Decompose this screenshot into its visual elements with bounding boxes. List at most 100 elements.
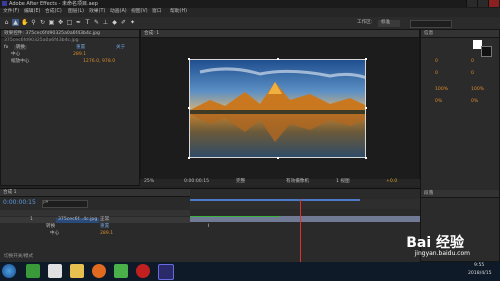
brush-tool-icon[interactable]: ✎: [93, 19, 100, 26]
home-icon[interactable]: ⌂: [3, 19, 10, 26]
work-area-bar[interactable]: [190, 199, 360, 201]
transform-handle[interactable]: [188, 157, 190, 159]
pen-tool-icon[interactable]: ✒: [75, 19, 82, 26]
about-link[interactable]: 关于: [116, 45, 125, 51]
eraser-tool-icon[interactable]: ◆: [111, 19, 118, 26]
start-button-icon[interactable]: [2, 264, 16, 278]
menu-file[interactable]: 文件(F): [3, 9, 19, 15]
transform-handle[interactable]: [188, 107, 190, 109]
transform-handle[interactable]: [365, 157, 367, 159]
layer-mode[interactable]: 正常: [100, 217, 109, 223]
reset-link[interactable]: 重置: [76, 45, 85, 51]
char-value-4[interactable]: 0: [471, 71, 474, 77]
transform-handle[interactable]: [188, 58, 190, 60]
effect-row[interactable]: fx 转换 重置 关于: [4, 45, 138, 52]
composition-tab[interactable]: 合成: 1: [141, 30, 419, 38]
layer-path: 375cec6fd90325a0a6f43b4c.jpg: [4, 38, 79, 43]
maximize-button[interactable]: [477, 0, 488, 7]
baidu-watermark-url: jingyan.baidu.com: [414, 250, 470, 257]
char-value-8[interactable]: 0%: [471, 99, 478, 105]
timeline-tab[interactable]: 合成 1: [0, 189, 190, 197]
stroke-color-swatch[interactable]: [481, 46, 492, 57]
close-button[interactable]: [488, 0, 499, 7]
transform-handle[interactable]: [277, 157, 279, 159]
transform-handle[interactable]: [365, 58, 367, 60]
current-time-indicator[interactable]: [300, 199, 301, 262]
puppet-tool-icon[interactable]: ✦: [129, 19, 136, 26]
record-app-icon[interactable]: [136, 264, 150, 278]
char-value-7[interactable]: 0%: [435, 99, 442, 105]
timeline-search-input[interactable]: ρ▾: [42, 200, 88, 208]
baidu-watermark: Bai 经验: [406, 235, 464, 251]
char-value-1[interactable]: 0: [435, 59, 438, 65]
char-value-6[interactable]: 100%: [471, 87, 484, 93]
param-value[interactable]: 289.1: [100, 231, 113, 237]
comp-frame-image[interactable]: [189, 59, 366, 158]
workspace-select[interactable]: 标准: [378, 20, 401, 27]
clock-date: 2018/4/15: [468, 271, 492, 276]
after-effects-taskbar-icon[interactable]: [158, 264, 174, 280]
effect-sub-reset[interactable]: 重置: [100, 224, 109, 230]
rotate-tool-icon[interactable]: ↻: [39, 19, 46, 26]
effect-name: 转换: [13, 45, 28, 50]
title-bar: Adobe After Effects - 未命名项目.aep: [0, 0, 500, 8]
help-search-input[interactable]: [410, 20, 452, 28]
app-icon-green[interactable]: [26, 264, 40, 278]
right-side-panels: 信息 段落 0 0 0 0 100% 100% 0% 0%: [420, 29, 500, 262]
param-row[interactable]: 中心 289.1: [0, 231, 190, 237]
effect-controls-tab[interactable]: 效果控件: 375cec6fd90325a0a6f43b4c.jpg: [1, 30, 139, 38]
zoom-select[interactable]: 25%: [144, 179, 154, 185]
menu-composition[interactable]: 合成(C): [45, 9, 62, 15]
clone-tool-icon[interactable]: ⊥: [102, 19, 109, 26]
effect-controls-panel: 效果控件: 375cec6fd90325a0a6f43b4c.jpg 375ce…: [0, 29, 140, 186]
prop-scale-center-label: 缩放中心: [11, 59, 30, 64]
timeline-timecode[interactable]: 0:00:00:15: [3, 200, 36, 206]
app-icon-white[interactable]: [48, 264, 62, 278]
selection-tool-icon[interactable]: ▲: [12, 19, 19, 26]
prop-center-label: 中心: [11, 52, 21, 57]
layer-number: 1: [30, 217, 33, 222]
roto-tool-icon[interactable]: ✐: [120, 19, 127, 26]
hand-tool-icon[interactable]: ✋: [21, 19, 28, 26]
toggle-modes-label[interactable]: 切换开关/模式: [4, 254, 33, 260]
firefox-icon[interactable]: [92, 264, 106, 278]
file-explorer-icon[interactable]: [70, 264, 84, 278]
menu-animation[interactable]: 动画(A): [110, 9, 127, 15]
menu-view[interactable]: 视图(V): [131, 9, 148, 15]
clock-time: 9:55: [474, 263, 485, 268]
menu-edit[interactable]: 编辑(E): [24, 9, 40, 15]
lake-mountain-image: [190, 60, 365, 157]
current-time-display[interactable]: 0:00:00:15: [184, 179, 209, 185]
prop-scale-center-value[interactable]: 1276.0, 978.0: [83, 59, 115, 65]
type-tool-icon[interactable]: T: [84, 19, 91, 26]
menu-effect[interactable]: 效果(T): [89, 9, 105, 15]
camera-select[interactable]: 有效摄像机: [286, 179, 309, 185]
view-layout-select[interactable]: 1 视图: [336, 179, 350, 185]
effect-sub-row[interactable]: 转换 重置: [0, 224, 190, 230]
effect-sub-label: 转换: [46, 224, 56, 229]
viewer-status-bar: 25% 0:00:00:15 完整 有效摄像机 1 视图 +0.0: [140, 179, 420, 186]
prop-center-value[interactable]: 289.1: [73, 52, 86, 58]
transform-handle[interactable]: [365, 107, 367, 109]
mask-tool-icon[interactable]: □: [66, 19, 73, 26]
media-app-icon[interactable]: [114, 264, 128, 278]
char-value-3[interactable]: 0: [435, 71, 438, 77]
menu-window[interactable]: 窗口: [152, 9, 162, 15]
zoom-tool-icon[interactable]: ⚲: [30, 19, 37, 26]
menu-help[interactable]: 帮助(H): [170, 9, 187, 15]
char-value-2[interactable]: 0: [471, 59, 474, 65]
menu-layer[interactable]: 图层(L): [68, 9, 84, 15]
layer-name[interactable]: 375cec6f...4c.jpg: [56, 217, 100, 223]
info-tab[interactable]: 信息: [421, 30, 499, 38]
resolution-select[interactable]: 完整: [236, 179, 245, 185]
param-label: 中心: [50, 231, 60, 236]
exposure-value[interactable]: +0.0: [386, 179, 397, 185]
pan-behind-tool-icon[interactable]: ✥: [57, 19, 64, 26]
char-value-5[interactable]: 100%: [435, 87, 448, 93]
layer-row[interactable]: 1 375cec6f...4c.jpg 正常: [0, 217, 190, 223]
minimize-button[interactable]: [466, 0, 477, 7]
camera-tool-icon[interactable]: ▣: [48, 19, 55, 26]
transform-handle[interactable]: [277, 58, 279, 60]
paragraph-tab[interactable]: 段落: [421, 190, 499, 198]
keyframe-marker[interactable]: I: [208, 224, 209, 230]
